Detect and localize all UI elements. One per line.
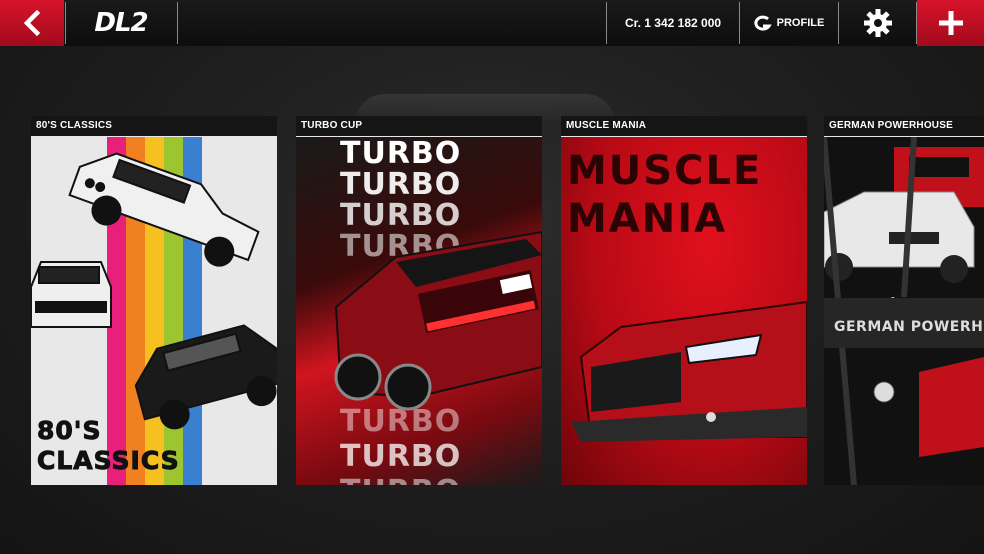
card-header: MUSCLE MANIA — [561, 116, 807, 137]
profile-label: PROFILE — [776, 17, 825, 29]
card-artwork: MUSCLE MANIA — [561, 137, 807, 485]
divider — [177, 2, 178, 44]
gear-icon — [863, 9, 892, 37]
add-button[interactable] — [917, 0, 984, 46]
card-header: TURBO CUP — [296, 116, 542, 137]
card-header: GERMAN POWERHOUSE — [824, 116, 984, 137]
game-logo: DL2 — [94, 8, 148, 38]
german-banner-text: GERMAN POWERHOUSE — [834, 319, 984, 335]
card-artwork: TURBO TURBO TURBO TURBO TURBO TURBO TURB… — [296, 137, 542, 485]
back-button[interactable] — [0, 0, 64, 46]
event-card-german-powerhouse[interactable]: GERMAN POWERHOUSE GERMAN POWERHOUSE — [824, 116, 984, 485]
top-bar: DL2 Cr. 1 342 182 000 PROFILE — [0, 0, 984, 46]
chevron-left-icon — [23, 10, 41, 36]
card-artwork: GERMAN POWERHOUSE — [824, 137, 984, 485]
profile-swirl-icon — [754, 15, 772, 31]
plus-icon — [938, 11, 963, 35]
profile-button[interactable]: PROFILE — [740, 0, 838, 46]
event-card-turbo-cup[interactable]: TURBO CUP TURBO TURBO TURBO TURBO TURBO … — [296, 116, 542, 485]
card-artwork: 80'S CLASSICS — [31, 137, 277, 485]
card-header: 80'S CLASSICS — [31, 116, 277, 137]
event-card-80s-classics[interactable]: 80'S CLASSICS 80'S CLASSICS — [31, 116, 277, 485]
muscle-car-art — [571, 300, 807, 442]
settings-button[interactable] — [839, 0, 916, 46]
event-card-muscle-mania[interactable]: MUSCLE MANIA MUSCLE MANIA — [561, 116, 807, 485]
card-title-line1: 80'S — [36, 416, 102, 445]
turbo-car-art — [334, 230, 542, 411]
card-title-line2: CLASSICS — [37, 446, 180, 475]
credits-balance: Cr. 1 342 182 000 — [624, 16, 722, 30]
